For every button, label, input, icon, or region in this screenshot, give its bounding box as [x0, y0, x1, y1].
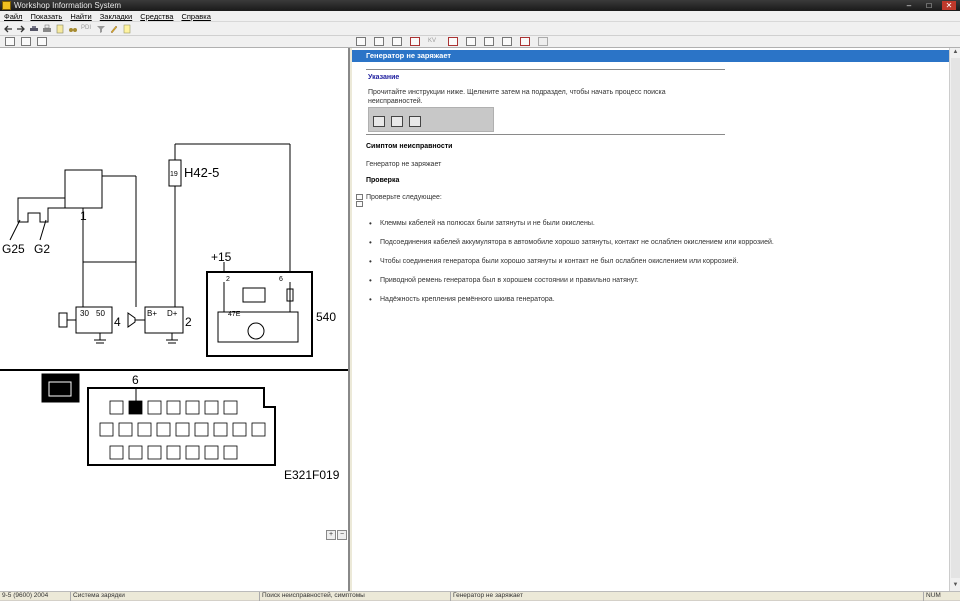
secondary-toolbar: KV	[0, 36, 960, 48]
connector-outline	[87, 387, 276, 466]
car-icon[interactable]	[29, 24, 39, 34]
menu-bar: Файл Показать Найти Закладки Средства Сп…	[0, 11, 960, 22]
note-image-button[interactable]	[409, 116, 421, 127]
flag-icon[interactable]	[520, 37, 530, 46]
menu-bookmarks[interactable]: Закладки	[96, 11, 136, 21]
generator-number: 2	[185, 315, 192, 329]
ground-g25-label: G25	[2, 242, 25, 256]
note-button-bar	[368, 107, 494, 132]
starter-pin-30: 30	[80, 309, 89, 318]
supply-label: +15	[211, 250, 232, 264]
note-icon[interactable]	[122, 24, 132, 34]
side-icon-group	[356, 194, 363, 208]
generator-pin-bplus: B+	[147, 309, 157, 318]
scroll-up-icon[interactable]: ▲	[952, 49, 959, 56]
list-item: Клеммы кабелей на полюсах были затянуты …	[366, 219, 595, 228]
list-item: Чтобы соединения генератора были хорошо …	[366, 257, 738, 266]
move-icon[interactable]	[484, 37, 494, 46]
window-title: Workshop Information System	[14, 1, 122, 10]
document-icon[interactable]	[55, 24, 65, 34]
note-box: Указание Прочитайте инструкции ниже. Щел…	[366, 69, 725, 135]
title-bar: Workshop Information System – □ ✕	[0, 0, 960, 11]
symptom-heading: Симптом неисправности	[366, 143, 453, 150]
scroll-down-icon[interactable]: ▼	[952, 582, 959, 589]
maximize-button[interactable]: □	[922, 1, 936, 10]
starter-pin-50: 50	[96, 309, 105, 318]
status-bar: 9-5 (9600) 2004 Система зарядки Поиск не…	[0, 591, 960, 601]
gear-icon[interactable]	[392, 37, 402, 46]
note-title: Указание	[368, 74, 400, 81]
wrench-icon[interactable]	[374, 37, 384, 46]
list-item: Подсоединения кабелей аккумулятора в авт…	[366, 238, 774, 247]
battery-number: 1	[80, 209, 87, 223]
wiring-diagram: H42-5 19 G25 G2 1 4 30 50 2 B+ D+ 540 +1…	[0, 143, 348, 482]
collapse-icon[interactable]	[356, 201, 363, 207]
layout-left-icon[interactable]	[5, 37, 15, 46]
connector-pin-number: 6	[132, 373, 139, 387]
settings-icon[interactable]	[538, 37, 548, 46]
starter-number: 4	[114, 315, 121, 329]
note-doc-button[interactable]	[373, 116, 385, 127]
clock-icon[interactable]	[356, 37, 366, 46]
zoom-controls: + −	[326, 530, 347, 540]
close-button[interactable]: ✕	[942, 1, 956, 10]
layout-right-icon[interactable]	[37, 37, 47, 46]
warning-icon[interactable]	[410, 37, 420, 46]
list-item: Приводной ремень генератора был в хороше…	[366, 276, 639, 285]
module-pin-6: 6	[279, 276, 283, 283]
menu-find[interactable]: Найти	[66, 11, 95, 21]
module-pin-2: 2	[226, 276, 230, 283]
note-text: Прочитайте инструкции ниже. Щелкните зат…	[368, 89, 666, 105]
undo-icon[interactable]	[502, 37, 512, 46]
menu-file[interactable]: Файл	[0, 11, 26, 21]
kv-button[interactable]: KV	[428, 37, 440, 46]
back-arrow-icon[interactable]	[3, 24, 13, 34]
ground-g2-label: G2	[34, 242, 50, 256]
expand-icon[interactable]	[356, 194, 363, 200]
module-pin-47e: 47E	[228, 311, 241, 318]
pdi-button[interactable]: PDI	[81, 24, 93, 33]
sensor-icon[interactable]	[466, 37, 476, 46]
generator-pin-dplus: D+	[167, 309, 178, 318]
vertical-scrollbar[interactable]: ▲ ▼	[949, 48, 960, 591]
note-list-button[interactable]	[391, 116, 403, 127]
minimize-button[interactable]: –	[902, 1, 916, 10]
connector-label: H42-5	[184, 165, 219, 180]
check-intro: Проверьте следующее:	[366, 194, 442, 201]
print-icon[interactable]	[42, 24, 52, 34]
filter-icon[interactable]	[96, 24, 106, 34]
pin-19-label: 19	[170, 171, 178, 178]
main-toolbar: PDI	[0, 22, 960, 36]
list-item: Надёжность крепления ремённого шкива ген…	[366, 295, 555, 304]
pencil-icon[interactable]	[109, 24, 119, 34]
check-heading: Проверка	[366, 177, 400, 184]
module-number: 540	[316, 310, 336, 324]
symptom-text: Генератор не заряжает	[366, 161, 442, 168]
forward-arrow-icon[interactable]	[16, 24, 26, 34]
module-540-box	[206, 271, 313, 357]
figure-code: E321F019	[284, 468, 340, 482]
content-pane: Генератор не заряжает Указание Прочитайт…	[352, 48, 949, 591]
menu-tools[interactable]: Средства	[136, 11, 177, 21]
zoom-in-icon[interactable]: +	[326, 530, 336, 540]
tool-icon[interactable]	[448, 37, 458, 46]
zoom-out-icon[interactable]: −	[337, 530, 347, 540]
menu-help[interactable]: Справка	[177, 11, 214, 21]
scroll-track[interactable]	[951, 58, 960, 578]
app-icon	[2, 1, 11, 10]
section-header: Генератор не заряжает	[352, 50, 949, 62]
binoculars-icon[interactable]	[68, 24, 78, 34]
menu-view[interactable]: Показать	[26, 11, 66, 21]
diagram-pane: H42-5 19 G25 G2 1 4 30 50 2 B+ D+ 540 +1…	[0, 48, 350, 591]
layout-split-icon[interactable]	[21, 37, 31, 46]
battery-box	[64, 169, 103, 209]
app-window: Workshop Information System – □ ✕ Файл П…	[0, 0, 960, 601]
